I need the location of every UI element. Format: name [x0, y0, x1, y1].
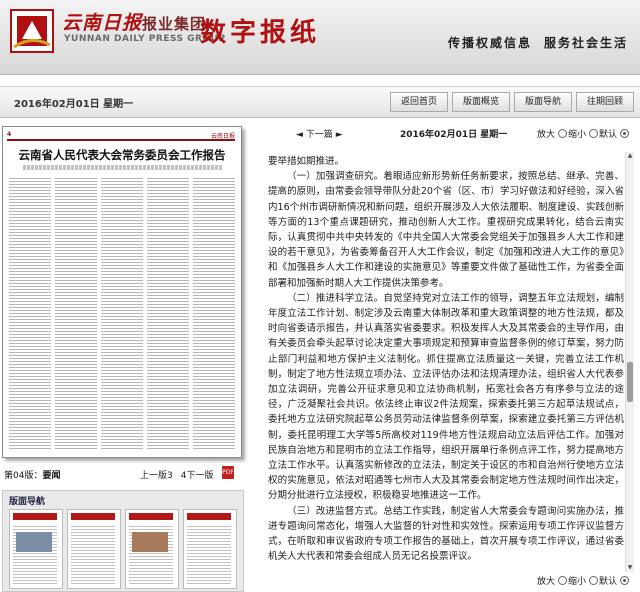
article-paragraph: （二）推进科学立法。自觉坚持党对立法工作的领导，调整五年立法规划，编制年度立法工… [268, 292, 624, 502]
page-thumb-3[interactable] [125, 509, 179, 589]
bottom-zoom-in-radio[interactable] [557, 576, 567, 585]
next-article-link[interactable]: ◄ 下一篇 ► [296, 127, 343, 140]
zoom-in-radio[interactable] [557, 129, 567, 138]
thumbnail-columns [9, 177, 235, 449]
page-overview-button[interactable]: 版面概览 [451, 92, 510, 112]
bottom-zoom-in-label: 放大 [536, 577, 555, 587]
zoom-default-label: 默认 [598, 130, 617, 140]
article-toolbar: ◄ 下一篇 ► 2016年02月01日 星期一 放大 缩小 默认 [260, 125, 630, 141]
thumbnail-headline[interactable]: 云南省人民代表大会常务委员会工作报告 [3, 147, 241, 163]
pdf-download-icon[interactable]: PDF [222, 466, 234, 479]
zoom-default-radio[interactable] [620, 129, 629, 138]
page-pager: 上一版3 4下一版 [140, 468, 213, 481]
page-navigation-button[interactable]: 版面导航 [513, 92, 572, 112]
next-page-link[interactable]: 4下一版 [181, 471, 214, 481]
scroll-down-icon[interactable]: ▼ [626, 564, 634, 572]
bottom-zoom-out-radio[interactable] [588, 576, 598, 585]
digital-paper-title: 数字报纸 [200, 18, 321, 48]
scrollbar-thumb[interactable] [627, 362, 633, 402]
thumbnail-subheadline [23, 165, 223, 170]
left-panel: 4 云南日报 云南省人民代表大会常务委员会工作报告 第04版：要闻 上一版3 4下… [0, 118, 250, 592]
nav-button-group: 返回首页 版面概览 版面导航 往期回顾 [389, 92, 634, 112]
zoom-out-label: 缩小 [567, 130, 586, 140]
page-thumbnail[interactable]: 4 云南日报 云南省人民代表大会常务委员会工作报告 [2, 126, 242, 458]
page-thumb-4[interactable] [183, 509, 237, 589]
scroll-up-icon[interactable]: ▲ [626, 152, 634, 160]
article-panel: ◄ 下一篇 ► 2016年02月01日 星期一 放大 缩小 默认 要举措如期推进。 … [260, 122, 636, 588]
slogan-part-2: 服务社会生活 [543, 36, 628, 50]
article-bottom-toolbar: 放大 缩小 默认 [260, 574, 630, 588]
brand-group-text: 报业集团 [142, 15, 207, 33]
page-name-label: 要闻 [42, 471, 61, 481]
zoom-in-label: 放大 [536, 130, 555, 140]
page-number-label: 第04版： [4, 471, 43, 481]
slogan-part-1: 传播权威信息 [447, 36, 532, 50]
article-paragraph: 要举措如期推进。 [268, 156, 345, 167]
brand-name: 云南日报报业集团 [62, 8, 206, 35]
bottom-zoom-controls: 放大 缩小 默认 [537, 574, 630, 587]
banner-navigation: 版面导航 [2, 490, 244, 592]
page-thumb-1[interactable] [9, 509, 63, 589]
current-page-label: 第04版：要闻 [4, 468, 60, 481]
press-group-logo-icon[interactable] [10, 9, 54, 53]
zoom-out-radio[interactable] [588, 129, 598, 138]
banner-navigation-title: 版面导航 [9, 497, 46, 507]
article-body: 要举措如期推进。 （一）加强调查研究。着眼适应新形势新任务新要求，按照总结、继承… [268, 154, 624, 572]
bottom-zoom-default-radio[interactable] [620, 576, 629, 585]
arrow-left-icon: ◄ [296, 130, 303, 140]
bottom-zoom-out-label: 缩小 [567, 577, 586, 587]
past-issues-button[interactable]: 往期回顾 [575, 92, 634, 112]
brand-name-text: 云南日报 [62, 12, 143, 34]
article-scrollbar[interactable]: ▲ ▼ [625, 152, 634, 572]
thumbnail-page-number: 4 [7, 131, 12, 138]
article-paragraph: （一）加强调查研究。着眼适应新形势新任务新要求，按照总结、继承、完善、提高的原则… [268, 171, 624, 289]
prev-page-link[interactable]: 上一版3 [140, 471, 173, 481]
zoom-controls: 放大 缩小 默认 [537, 127, 630, 140]
thumbnail-header: 4 云南日报 [7, 131, 235, 141]
page-thumb-2[interactable] [67, 509, 121, 589]
slogan: 传播权威信息 服务社会生活 [448, 34, 628, 51]
bottom-zoom-default-label: 默认 [598, 577, 617, 587]
thumbnail-masthead: 云南日报 [210, 133, 235, 140]
next-article-label: 下一篇 [305, 130, 333, 140]
article-date: 2016年02月01日 星期一 [400, 130, 508, 140]
arrow-right-icon: ► [335, 130, 343, 140]
top-toolbar: 2016年02月01日 星期一 返回首页 版面概览 版面导航 往期回顾 [0, 86, 640, 118]
issue-date: 2016年02月01日 星期一 [14, 99, 134, 110]
article-paragraph: （三）改进监督方式。总结工作实践，制定省人大常委会专题询问实施办法，推进专题询问… [268, 505, 624, 563]
site-header: 云南日报报业集团 YUNNAN DAILY PRESS GROUP 数字报纸 传… [0, 0, 640, 75]
home-button[interactable]: 返回首页 [389, 92, 448, 112]
